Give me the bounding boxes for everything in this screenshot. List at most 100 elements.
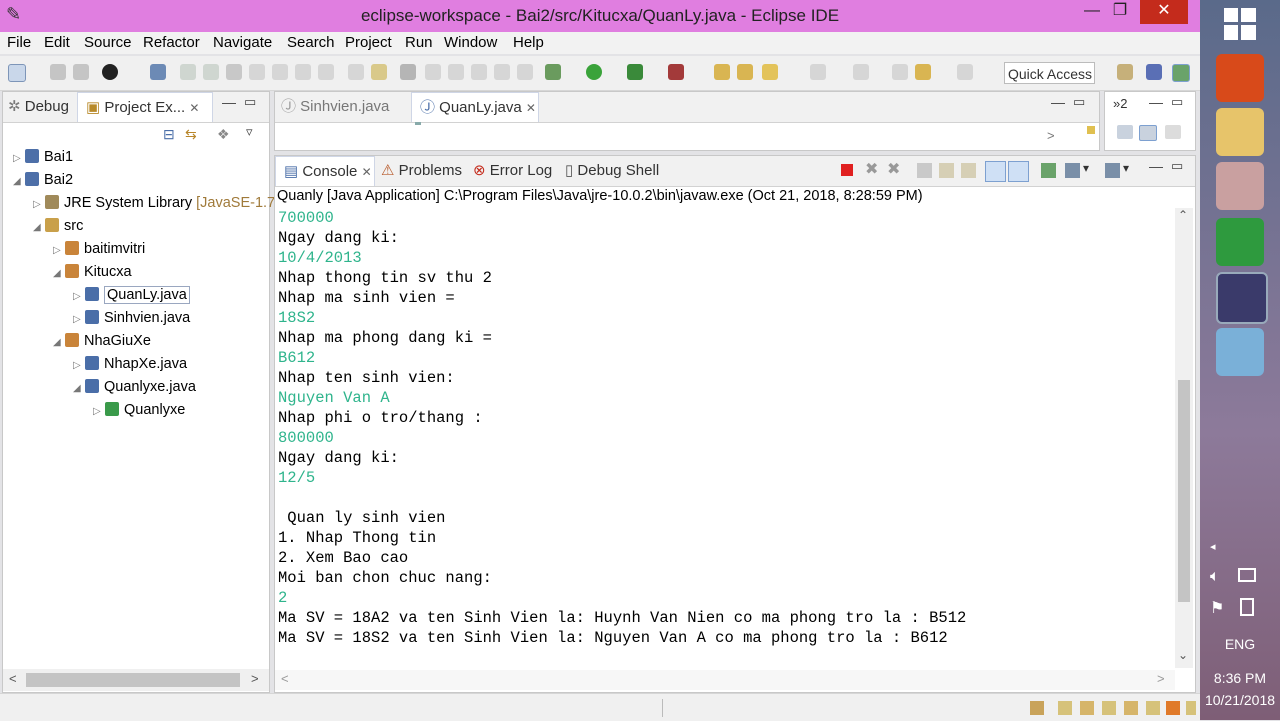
remove-launch-icon[interactable]: ✖ bbox=[865, 159, 878, 179]
minimize-view-button[interactable]: — bbox=[1149, 158, 1163, 174]
file-explorer-icon[interactable] bbox=[1216, 108, 1264, 156]
filter-icon[interactable]: ❖ bbox=[217, 126, 230, 143]
scroll-left-icon[interactable]: < bbox=[281, 671, 289, 686]
tab-quanly-java[interactable]: Ⓙ QuanLy.java ✕ bbox=[411, 92, 539, 122]
bulb-icon[interactable] bbox=[1186, 701, 1196, 715]
skip-breakpoints-icon[interactable] bbox=[150, 64, 166, 80]
expanded-arrow-icon[interactable]: ◢ bbox=[53, 264, 65, 284]
block-selection-icon[interactable] bbox=[494, 64, 510, 80]
menu-edit[interactable]: Edit bbox=[44, 34, 70, 51]
menu-help[interactable]: Help bbox=[513, 34, 544, 51]
clock-time[interactable]: 8:36 PM bbox=[1200, 670, 1280, 686]
eclipse-taskbar-icon[interactable] bbox=[1216, 272, 1268, 324]
tree-item-sinhvien-java[interactable]: ▷ Sinhvien.java bbox=[73, 308, 190, 328]
minimize-view-button[interactable]: — bbox=[1149, 94, 1163, 110]
display-console-icon[interactable] bbox=[1065, 163, 1080, 178]
next-annotation-icon[interactable] bbox=[810, 64, 826, 80]
menu-navigate[interactable]: Navigate bbox=[213, 34, 272, 51]
toggle-breadcrumb-icon[interactable] bbox=[448, 64, 464, 80]
scroll-right-icon[interactable]: > bbox=[251, 671, 259, 686]
scroll-lock-icon[interactable] bbox=[939, 163, 954, 178]
collapsed-arrow-icon[interactable]: ▷ bbox=[33, 195, 45, 215]
tree-item-src[interactable]: ◢ src bbox=[33, 216, 83, 236]
notepad-icon[interactable] bbox=[1216, 328, 1264, 376]
menu-search[interactable]: Search bbox=[287, 34, 335, 51]
expanded-arrow-icon[interactable]: ◢ bbox=[33, 218, 45, 238]
terminate-icon[interactable] bbox=[841, 164, 853, 176]
tab-project-explorer[interactable]: ▣ Project Ex... ✕ bbox=[77, 92, 213, 122]
scroll-up-icon[interactable]: ⌃ bbox=[1178, 208, 1188, 222]
step-into-icon[interactable] bbox=[272, 64, 288, 80]
menu-file[interactable]: File bbox=[7, 34, 31, 51]
bookmark-icon[interactable] bbox=[1124, 701, 1138, 715]
tree-item-kitucxa[interactable]: ◢ Kitucxa bbox=[53, 262, 132, 282]
open-console-icon[interactable] bbox=[1105, 163, 1120, 178]
minimize-editor-button[interactable]: — bbox=[1051, 94, 1065, 110]
open-type-icon[interactable] bbox=[737, 64, 753, 80]
menu-refactor[interactable]: Refactor bbox=[143, 34, 200, 51]
menu-run[interactable]: Run bbox=[405, 34, 433, 51]
quick-access-input[interactable]: Quick Access bbox=[1004, 62, 1095, 84]
scrollbar-thumb[interactable] bbox=[1178, 380, 1190, 602]
tree-item-quanly-java[interactable]: ▷ QuanLy.java bbox=[73, 285, 190, 305]
collapsed-arrow-icon[interactable]: ▷ bbox=[73, 287, 85, 307]
terminate-icon[interactable] bbox=[226, 64, 242, 80]
clock-date[interactable]: 10/21/2018 bbox=[1200, 692, 1280, 708]
media-player-icon[interactable] bbox=[1216, 54, 1264, 102]
collapsed-arrow-icon[interactable]: ▷ bbox=[13, 149, 25, 169]
view-menu-icon[interactable]: ▿ bbox=[246, 124, 253, 140]
save-all-icon[interactable] bbox=[73, 64, 89, 80]
external-tools-icon[interactable] bbox=[668, 64, 684, 80]
rss-icon[interactable] bbox=[1166, 701, 1180, 715]
use-step-filters-icon[interactable] bbox=[371, 64, 387, 80]
restore-icon[interactable] bbox=[1165, 125, 1181, 139]
tab-debug-shell[interactable]: ▯ Debug Shell bbox=[565, 156, 659, 186]
maximize-view-button[interactable]: ▭ bbox=[1171, 94, 1183, 110]
forward-icon[interactable] bbox=[957, 64, 973, 80]
pin-console-icon[interactable] bbox=[1041, 163, 1056, 178]
tree-item-bai1[interactable]: ▷ Bai1 bbox=[13, 147, 73, 167]
network-icon[interactable] bbox=[1238, 568, 1256, 582]
collapse-all-icon[interactable]: ⊟ bbox=[163, 126, 175, 143]
tree-item-quanlyxe[interactable]: ▷ Quanlyxe bbox=[93, 400, 185, 420]
notes-icon[interactable] bbox=[1058, 701, 1072, 715]
paragraph-icon[interactable] bbox=[517, 64, 533, 80]
horizontal-scrollbar[interactable]: < > bbox=[275, 670, 1175, 690]
show-console-stdout-icon[interactable] bbox=[985, 161, 1006, 182]
tab-debug[interactable]: ✲ Debug bbox=[8, 92, 69, 122]
tab-sinhvien-java[interactable]: Ⓙ Sinhvien.java bbox=[281, 92, 389, 122]
overflow-views[interactable]: »2 bbox=[1113, 96, 1127, 111]
coverage-icon[interactable] bbox=[627, 64, 643, 80]
expanded-arrow-icon[interactable]: ◢ bbox=[73, 379, 85, 399]
suspend-icon[interactable] bbox=[203, 64, 219, 80]
last-edit-location-icon[interactable] bbox=[892, 64, 908, 80]
run-icon[interactable] bbox=[586, 64, 602, 80]
debug-perspective-icon[interactable] bbox=[1172, 64, 1190, 82]
scroll-right-icon[interactable]: > bbox=[1047, 128, 1055, 143]
collapsed-arrow-icon[interactable]: ▷ bbox=[93, 402, 105, 422]
toggle-mark-icon[interactable] bbox=[425, 64, 441, 80]
expanded-arrow-icon[interactable]: ◢ bbox=[53, 333, 65, 353]
menu-source[interactable]: Source bbox=[84, 34, 132, 51]
scrollbar-thumb[interactable] bbox=[26, 673, 240, 687]
outline-icon[interactable] bbox=[1117, 125, 1133, 139]
back-icon[interactable] bbox=[915, 64, 931, 80]
tree-item-jre-system-library[interactable]: ▷ JRE System Library [JavaSE-1.7 bbox=[33, 193, 275, 213]
save-icon[interactable] bbox=[50, 64, 66, 80]
input-language[interactable]: ENG bbox=[1200, 636, 1280, 652]
open-console-icon[interactable] bbox=[400, 64, 416, 80]
hat-icon[interactable] bbox=[1080, 701, 1094, 715]
horizontal-scrollbar[interactable]: < > bbox=[3, 669, 269, 691]
collapsed-arrow-icon[interactable]: ▷ bbox=[73, 310, 85, 330]
minimize-view-button[interactable]: — bbox=[222, 94, 236, 110]
new-icon[interactable] bbox=[8, 64, 26, 82]
maximize-editor-button[interactable]: ▭ bbox=[1073, 94, 1085, 110]
task-list-icon[interactable] bbox=[1139, 125, 1157, 141]
battery-icon[interactable] bbox=[1240, 598, 1254, 616]
collapsed-arrow-icon[interactable]: ▷ bbox=[53, 241, 65, 261]
progress-icon[interactable] bbox=[1030, 701, 1044, 715]
volume-icon[interactable]: 🔈︎ bbox=[1210, 568, 1220, 586]
scroll-right-icon[interactable]: > bbox=[1157, 671, 1165, 686]
link-with-editor-icon[interactable]: ⇆ bbox=[185, 126, 197, 143]
expanded-arrow-icon[interactable]: ◢ bbox=[13, 172, 25, 192]
